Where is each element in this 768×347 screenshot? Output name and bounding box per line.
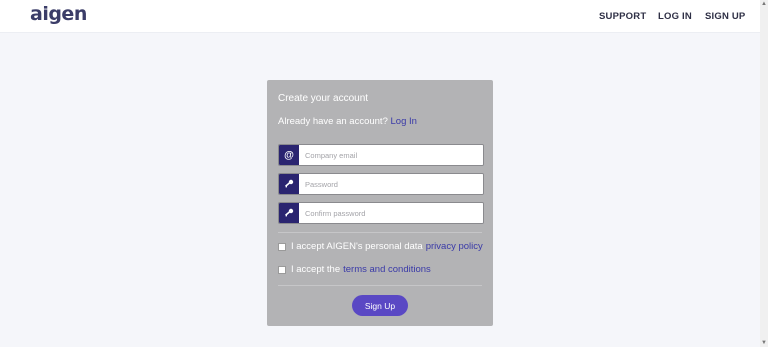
nav-login-link[interactable]: LOG IN: [658, 11, 692, 22]
scroll-up-arrow-icon[interactable]: ▲: [761, 0, 767, 8]
confirm-password-field: [278, 202, 484, 224]
divider: [278, 232, 482, 233]
privacy-consent-row: I accept AIGEN's personal data privacy p…: [278, 241, 483, 252]
privacy-policy-link[interactable]: privacy policy: [426, 241, 483, 252]
nav-support-link[interactable]: SUPPORT: [599, 11, 646, 22]
confirm-password-input[interactable]: [299, 203, 483, 223]
privacy-consent-text: I accept AIGEN's personal data: [291, 241, 423, 252]
aigen-logo[interactable]: aigen: [30, 3, 87, 25]
key-icon: [279, 174, 299, 194]
have-account-text: Already have an account?: [278, 116, 388, 127]
email-field: @: [278, 144, 484, 166]
terms-checkbox[interactable]: [278, 265, 286, 274]
at-icon: @: [279, 145, 299, 165]
signup-card: Create your account Already have an acco…: [267, 80, 493, 326]
page-scrollbar[interactable]: ▲ ▼: [760, 0, 768, 347]
password-input[interactable]: [299, 174, 483, 194]
email-input[interactable]: [299, 145, 483, 165]
terms-consent-text: I accept the: [291, 264, 341, 275]
have-account-line: Already have an account? Log In: [278, 116, 417, 127]
top-navigation-bar: aigen SUPPORT LOG IN SIGN UP: [0, 0, 768, 33]
key-icon: [279, 203, 299, 223]
login-link[interactable]: Log In: [391, 116, 417, 127]
sign-up-button[interactable]: Sign Up: [352, 295, 408, 316]
terms-and-conditions-link[interactable]: terms and conditions: [343, 264, 431, 275]
privacy-checkbox[interactable]: [278, 242, 286, 251]
form-title: Create your account: [278, 93, 369, 104]
terms-consent-row: I accept the terms and conditions: [278, 264, 431, 275]
divider: [278, 285, 482, 286]
password-field: [278, 173, 484, 195]
scroll-down-arrow-icon[interactable]: ▼: [761, 339, 767, 347]
nav-signup-link[interactable]: SIGN UP: [705, 11, 745, 22]
